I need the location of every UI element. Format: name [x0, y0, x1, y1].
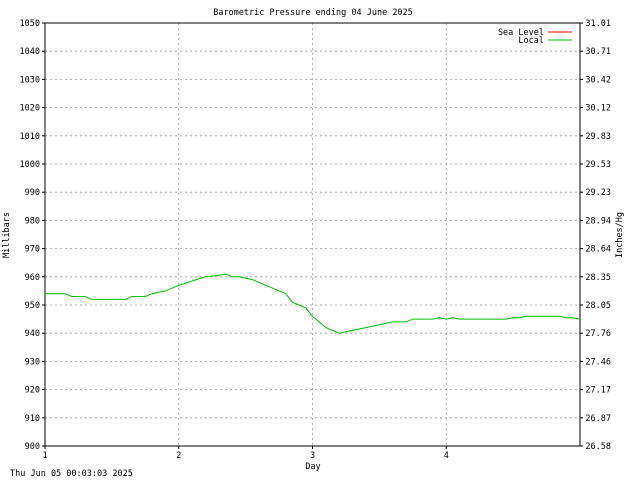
y2-tick-label: 28.35 — [585, 273, 611, 283]
y-tick-label: 960 — [25, 273, 40, 283]
y-tick-label: 910 — [25, 414, 40, 424]
y2-axis-label: Inches/Hg — [615, 212, 625, 258]
y2-tick-label: 26.87 — [585, 414, 611, 424]
y-tick-label: 1000 — [20, 160, 40, 170]
y2-tick-label: 30.71 — [585, 47, 611, 57]
y-tick-label: 990 — [25, 188, 40, 198]
y2-tick-label: 30.12 — [585, 104, 611, 114]
y2-tick-label: 29.83 — [585, 132, 611, 142]
y-tick-label: 950 — [25, 301, 40, 311]
y-tick-label: 1020 — [20, 104, 40, 114]
x-tick-label: 2 — [176, 451, 181, 461]
y-tick-label: 1030 — [20, 75, 40, 85]
y-tick-label: 900 — [25, 442, 40, 452]
x-tick-label: 1 — [42, 451, 47, 461]
y-tick-label: 1050 — [20, 19, 40, 29]
y-tick-label: 940 — [25, 329, 40, 339]
y-tick-label: 970 — [25, 245, 40, 255]
y2-tick-label: 31.01 — [585, 19, 611, 29]
y2-tick-label: 27.76 — [585, 329, 611, 339]
y2-tick-label: 29.53 — [585, 160, 611, 170]
y2-tick-label: 26.58 — [585, 442, 611, 452]
x-axis-label: Day — [305, 462, 320, 472]
y-tick-label: 1040 — [20, 47, 40, 57]
chart-background — [0, 0, 640, 480]
legend-label-local: Local — [518, 36, 544, 46]
y-axis-label: Millibars — [2, 212, 12, 258]
y-tick-label: 980 — [25, 216, 40, 226]
y-tick-label: 930 — [25, 357, 40, 367]
y-tick-label: 1010 — [20, 132, 40, 142]
y-tick-label: 920 — [25, 386, 40, 396]
footer-timestamp: Thu Jun 05 00:03:03 2025 — [10, 469, 133, 479]
y2-tick-label: 27.46 — [585, 357, 611, 367]
y2-tick-label: 29.23 — [585, 188, 611, 198]
chart-title: Barometric Pressure ending 04 June 2025 — [213, 8, 413, 18]
y2-tick-label: 28.64 — [585, 245, 611, 255]
x-tick-label: 3 — [310, 451, 315, 461]
y2-tick-label: 28.05 — [585, 301, 611, 311]
y2-tick-label: 28.94 — [585, 216, 611, 226]
y2-tick-label: 30.42 — [585, 75, 611, 85]
pressure-chart: 1050 31.01 1040 30.71 1030 30.42 1020 30.12 1010… — [0, 0, 640, 480]
x-tick-label: 4 — [444, 451, 449, 461]
y2-tick-label: 27.17 — [585, 386, 611, 396]
